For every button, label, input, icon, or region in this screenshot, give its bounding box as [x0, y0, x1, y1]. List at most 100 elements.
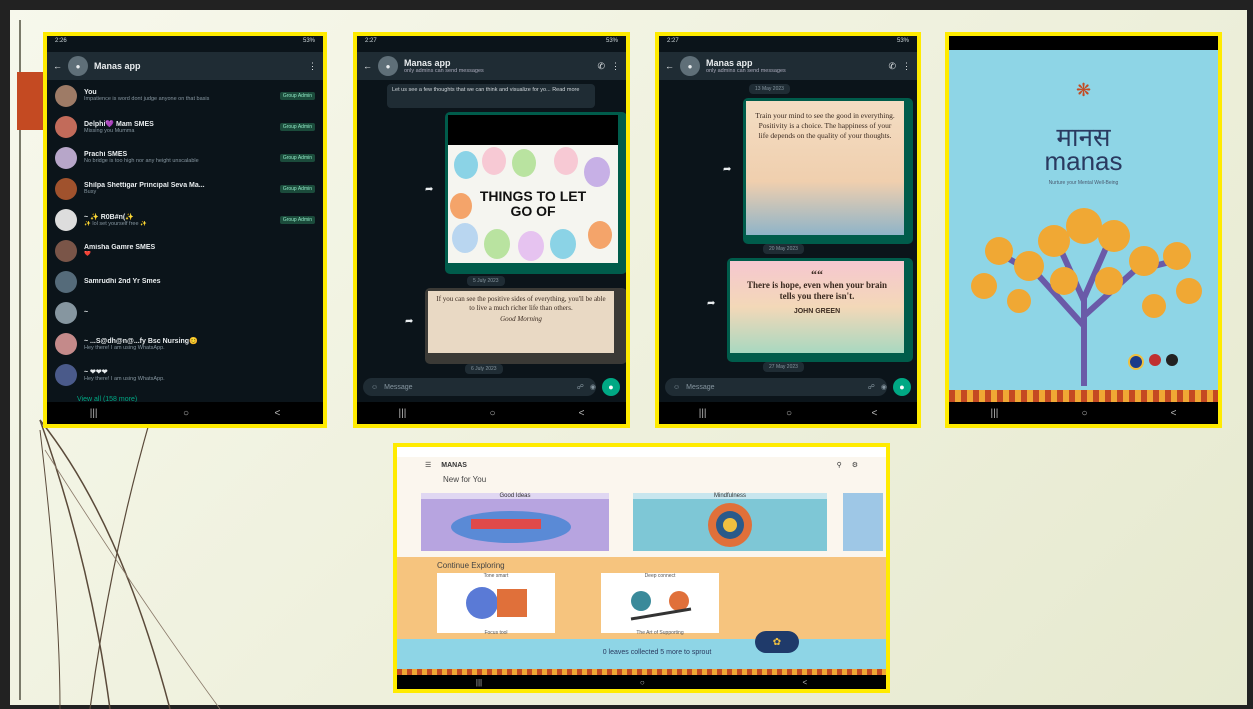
member-row[interactable]: ~ ✨ R0B#n(✨ ✨ lol set yourself free ✨ Grou… [47, 204, 323, 235]
status-bar: 2:27 53% [357, 36, 626, 52]
settings-icon[interactable]: ⚙ [852, 461, 858, 469]
member-row[interactable]: Prachi SMES No bridge is too high nor any… [47, 142, 323, 173]
content-card[interactable]: Mindfulness [633, 493, 827, 551]
recents-icon[interactable]: ||| [991, 408, 999, 419]
member-row[interactable]: ~ ...S@dh@n@...fy Bsc Nursing😊 Hey there!… [47, 328, 323, 359]
member-text: Delphi💜 Mam SMES Missing you Mumma [84, 120, 273, 134]
status-time: 2:26 [55, 38, 67, 44]
camera-icon[interactable]: ◉ [590, 383, 596, 391]
member-text: ~ ❤❤❤ Hey there! I am using WhatsApp. [84, 368, 315, 382]
member-name: ~ ✨ R0B#n(✨ [84, 213, 134, 221]
home-icon[interactable]: ○ [183, 408, 189, 419]
chat-title[interactable]: Manas app [404, 58, 591, 68]
partner-logo-icon [1149, 354, 1161, 366]
message-input[interactable]: ☺ Message ☍ ◉ [363, 378, 596, 396]
group-title[interactable]: Manas app [94, 61, 302, 71]
section-title: Continue Exploring [437, 561, 505, 570]
content-card[interactable]: Good Ideas [421, 493, 609, 551]
message-placeholder: Message [384, 383, 413, 391]
admin-badge: Group Admin [279, 122, 315, 131]
home-icon[interactable]: ○ [1081, 408, 1087, 419]
member-row[interactable]: Delphi💜 Mam SMES Missing you Mumma Group A… [47, 111, 323, 142]
recents-icon[interactable]: ||| [476, 678, 482, 687]
battery-level: 53% [605, 38, 618, 44]
quote-message[interactable]: If you can see the positive sides of eve… [425, 288, 626, 364]
forward-icon[interactable]: ➦ [425, 184, 433, 195]
card-illustration [708, 503, 752, 547]
poster-message[interactable]: THINGS TO LET GO OF [445, 112, 626, 274]
content-card[interactable] [843, 493, 883, 551]
app-title: MANAS [441, 461, 467, 469]
admin-badge: Group Admin [279, 91, 315, 100]
sprout-icon[interactable]: ✿ [755, 631, 799, 653]
avatar [55, 115, 77, 138]
quote-message[interactable]: Train your mind to see the good in every… [743, 98, 913, 244]
forward-icon[interactable]: ➦ [405, 316, 413, 327]
member-row[interactable]: Shilpa Shettigar Principal Seva Ma... Bus… [47, 173, 323, 204]
back-arrow-icon[interactable]: ← [363, 61, 372, 71]
phone-screenshot-chat-quotes: 2:27 53% ← ● Manas app only admins can s… [655, 32, 921, 428]
mic-icon[interactable]: ● [893, 378, 911, 396]
home-icon[interactable]: ○ [489, 408, 495, 419]
member-name: ~ [84, 309, 89, 316]
chat-title[interactable]: Manas app [706, 58, 882, 68]
home-icon[interactable]: ○ [786, 408, 792, 419]
balloon [484, 229, 510, 259]
emoji-icon[interactable]: ☺ [371, 384, 378, 391]
member-row[interactable]: Amisha Gamre SMES ❤️ [47, 235, 323, 266]
forward-icon[interactable]: ➦ [707, 298, 715, 309]
back-icon[interactable]: < [579, 408, 585, 419]
recents-icon[interactable]: ||| [699, 408, 707, 419]
back-icon[interactable]: < [871, 408, 877, 419]
home-icon[interactable]: ○ [640, 678, 645, 687]
member-status: Impatience is word dont judge anyone on … [84, 96, 210, 102]
balloon [482, 147, 506, 175]
date-pill: 20 May 2023 [763, 244, 804, 254]
emoji-icon[interactable]: ☺ [673, 384, 680, 391]
member-row[interactable]: You Impatience is word dont judge anyone … [47, 80, 323, 111]
content-card[interactable]: Tone smart Focus tool [437, 573, 555, 636]
forward-icon[interactable]: ➦ [723, 164, 731, 175]
member-text: You Impatience is word dont judge anyone … [84, 89, 273, 102]
admin-badge: Group Admin [279, 184, 315, 193]
back-icon[interactable]: < [802, 678, 807, 687]
message-input[interactable]: ☺ Message ☍ ◉ [665, 378, 887, 396]
recents-icon[interactable]: ||| [90, 408, 98, 419]
balloon [554, 147, 578, 175]
android-nav-bar: ||| ○ < [47, 402, 323, 424]
date-pill: 27 May 2023 [763, 362, 804, 372]
member-text: ~ [84, 309, 315, 316]
member-row[interactable]: Samrudhi 2nd Yr Smes [47, 266, 323, 297]
call-icon[interactable]: ✆ [597, 61, 605, 72]
back-icon[interactable]: < [274, 408, 280, 419]
more-options-icon[interactable]: ⋮ [308, 61, 317, 72]
member-row[interactable]: ~ ❤❤❤ Hey there! I am using WhatsApp. [47, 359, 323, 390]
back-arrow-icon[interactable]: ← [53, 61, 62, 71]
status-bar: 2:26 53% [47, 36, 323, 52]
member-list: You Impatience is word dont judge anyone … [47, 80, 323, 390]
status-time: 2:27 [667, 38, 679, 44]
admin-badge: Group Admin [279, 215, 315, 224]
member-row[interactable]: ~ [47, 297, 323, 328]
content-card[interactable]: Deep connect The Art of Supporting [601, 573, 719, 636]
attach-icon[interactable]: ☍ [577, 383, 584, 391]
quote-message[interactable]: ““ There is hope, even when your brain t… [727, 258, 913, 362]
attach-icon[interactable]: ☍ [868, 383, 875, 391]
member-name: You [84, 89, 97, 96]
avatar [55, 239, 77, 262]
quote-card: If you can see the positive sides of eve… [428, 291, 614, 353]
search-icon[interactable]: ⚲ [837, 461, 842, 469]
recents-icon[interactable]: ||| [399, 408, 407, 419]
more-options-icon[interactable]: ⋮ [902, 61, 911, 72]
back-arrow-icon[interactable]: ← [665, 61, 674, 71]
status-bar [949, 36, 1218, 50]
more-options-icon[interactable]: ⋮ [611, 61, 620, 72]
member-text: Shilpa Shettigar Principal Seva Ma... Bus… [84, 182, 273, 195]
camera-icon[interactable]: ◉ [881, 383, 887, 391]
mic-icon[interactable]: ● [602, 378, 620, 396]
quote-text: If you can see the positive sides of eve… [436, 295, 606, 312]
call-icon[interactable]: ✆ [888, 61, 896, 72]
menu-icon[interactable]: ☰ [425, 461, 431, 469]
back-icon[interactable]: < [1171, 408, 1177, 419]
chat-header: ← ● Manas app only admins can send messa… [659, 52, 917, 80]
